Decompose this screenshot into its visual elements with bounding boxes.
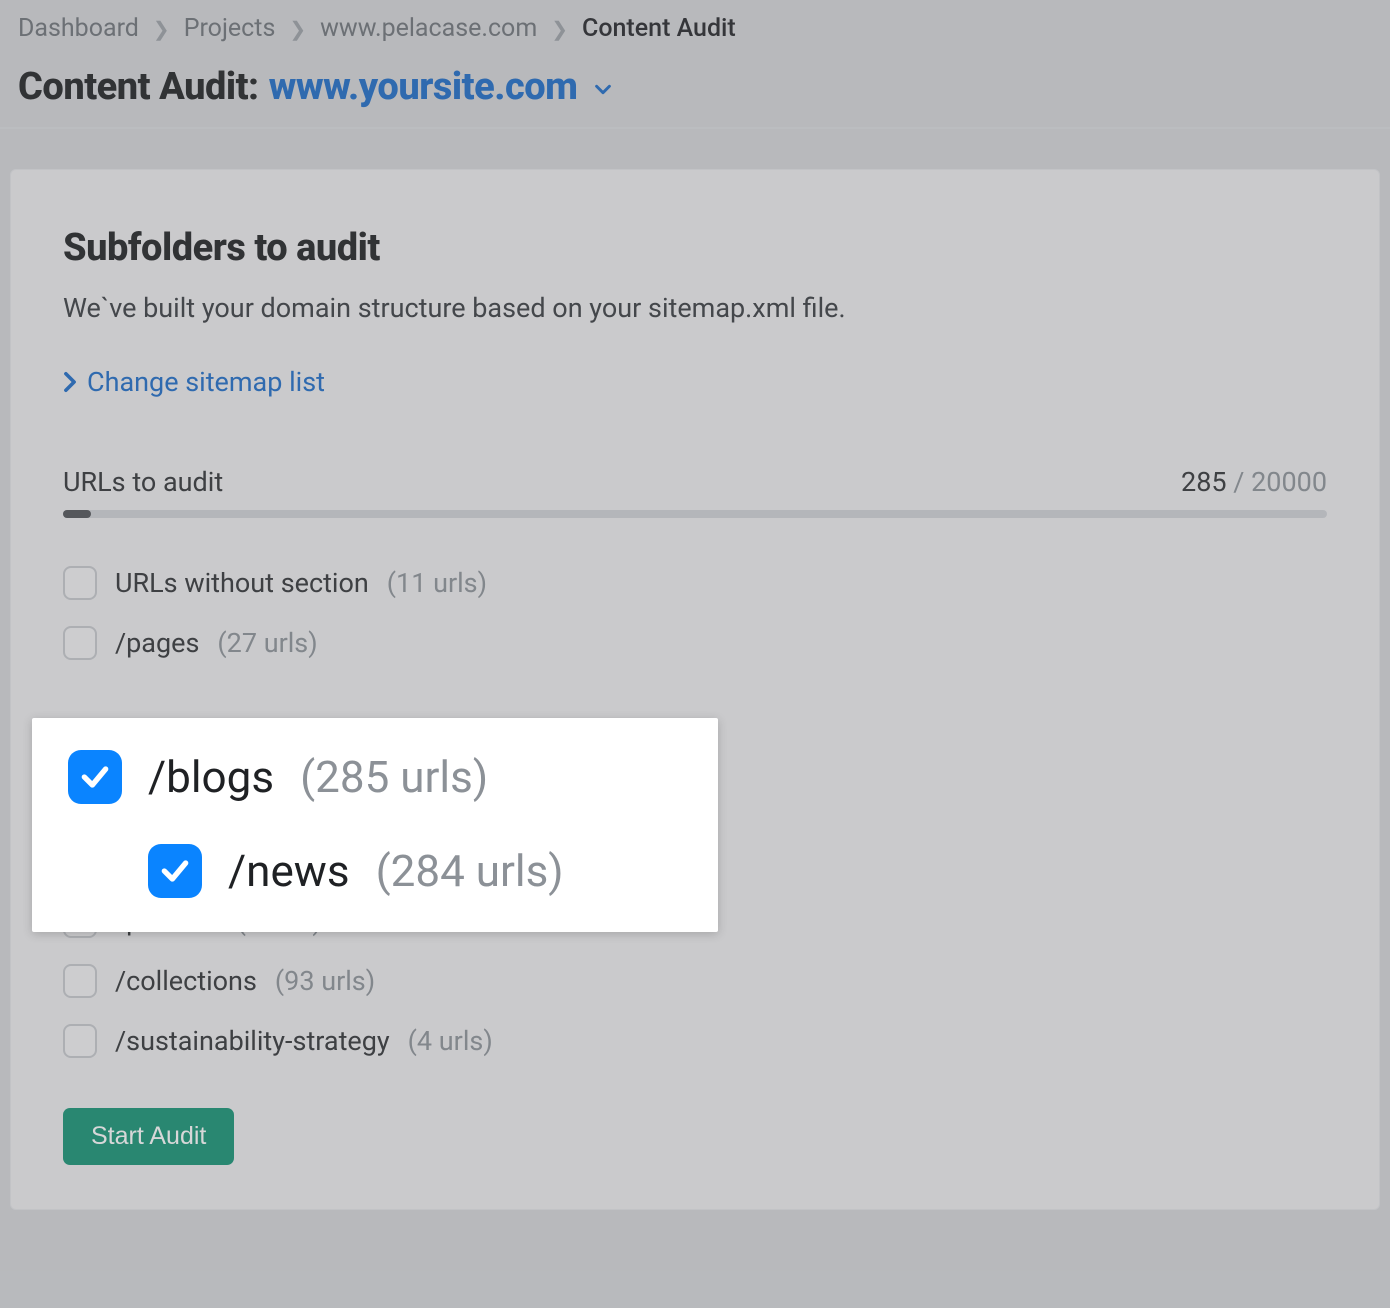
chevron-right-icon: ❯ [289,17,306,41]
folder-count: (4 urls) [408,1025,493,1057]
breadcrumb-current: Content Audit [582,14,736,43]
folder-row-collections[interactable]: /collections (93 urls) [63,960,1327,1002]
change-sitemap-link[interactable]: Change sitemap list [63,366,1327,398]
urls-count: 285 [1181,466,1227,498]
chevron-right-icon [63,371,77,393]
checkbox-unchecked[interactable] [63,964,97,998]
page-title: Content Audit: www.yoursite.com [18,65,1372,109]
checkbox-checked[interactable] [68,750,122,804]
folder-row-urls-without-section[interactable]: URLs without section (11 urls) [63,562,1327,604]
breadcrumb-dashboard[interactable]: Dashboard [18,14,139,43]
folder-label: /sustainability-strategy [115,1025,390,1057]
folder-row-pages[interactable]: /pages (27 urls) [63,622,1327,664]
urls-to-audit-row: URLs to audit 285 / 20000 [63,466,1327,498]
start-audit-button[interactable]: Start Audit [63,1108,234,1165]
folder-label: /collections [115,965,257,997]
folder-row-blogs[interactable]: /blogs (285 urls) [68,750,694,804]
folder-label: /blogs [148,751,274,803]
checkbox-unchecked[interactable] [63,1024,97,1058]
folder-count: (93 urls) [275,965,375,997]
checkbox-checked[interactable] [148,844,202,898]
folder-label: /pages [115,627,199,659]
urls-total: / 20000 [1233,466,1327,498]
page-title-site: www.yoursite.com [269,65,578,109]
checkbox-unchecked[interactable] [63,566,97,600]
urls-count-group: 285 / 20000 [1181,466,1327,498]
breadcrumb: Dashboard ❯ Projects ❯ www.pelacase.com … [18,8,1372,65]
breadcrumb-project-name[interactable]: www.pelacase.com [320,14,537,43]
folder-row-sustainability-strategy[interactable]: /sustainability-strategy (4 urls) [63,1020,1327,1062]
section-title: Subfolders to audit [63,226,1327,270]
check-icon [79,761,111,793]
page-title-prefix: Content Audit: [18,65,259,109]
folder-row-news[interactable]: /news (284 urls) [68,844,694,898]
highlighted-selection: /blogs (285 urls) /news (284 urls) [32,718,718,932]
chevron-down-icon [592,78,614,100]
folder-label: URLs without section [115,567,369,599]
folder-count: (284 urls) [376,845,564,897]
urls-progress-fill [63,510,91,518]
page-header: Dashboard ❯ Projects ❯ www.pelacase.com … [0,0,1390,129]
subfolders-card: Subfolders to audit We`ve built your dom… [10,169,1380,1210]
folder-count: (285 urls) [300,751,488,803]
chevron-right-icon: ❯ [551,17,568,41]
check-icon [159,855,191,887]
checkbox-unchecked[interactable] [63,626,97,660]
section-description: We`ve built your domain structure based … [63,292,1327,324]
folder-count: (27 urls) [217,627,317,659]
change-sitemap-label: Change sitemap list [87,366,325,398]
urls-progress-bar[interactable] [63,510,1327,518]
folder-count: (11 urls) [387,567,487,599]
chevron-right-icon: ❯ [153,17,170,41]
breadcrumb-projects[interactable]: Projects [184,14,276,43]
folder-label: /news [228,845,350,897]
urls-to-audit-label: URLs to audit [63,466,223,498]
site-dropdown[interactable]: www.yoursite.com [269,65,614,109]
